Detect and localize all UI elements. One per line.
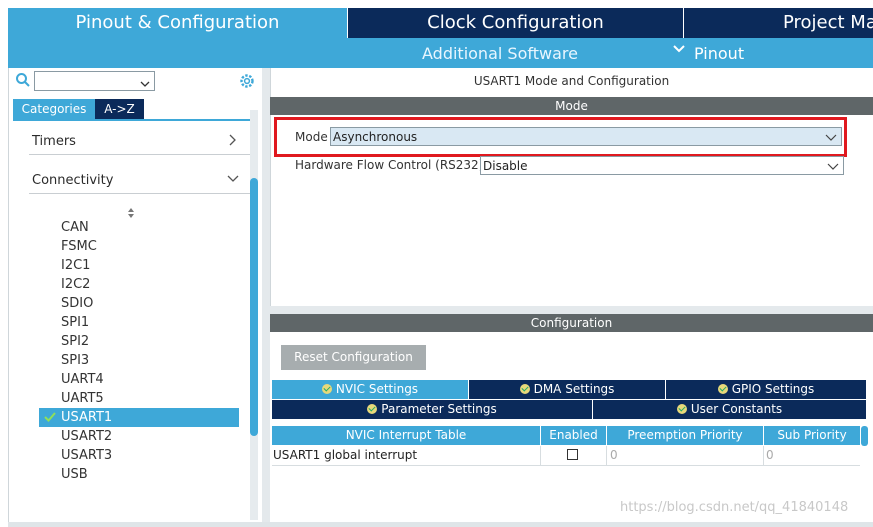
preemption-priority-cell[interactable]: 0 xyxy=(610,446,618,465)
check-icon xyxy=(717,384,728,394)
tab-clock-configuration[interactable]: Clock Configuration xyxy=(348,8,683,38)
table-header-sub-priority[interactable]: Sub Priority xyxy=(764,426,860,445)
row-divider xyxy=(272,465,860,466)
peripheral-item[interactable]: UART5 xyxy=(53,389,239,408)
tab-categories[interactable]: Categories xyxy=(13,99,95,119)
peripheral-item[interactable]: I2C2 xyxy=(53,275,239,294)
tab-label: DMA Settings xyxy=(533,382,615,396)
left-scrollbar-thumb[interactable] xyxy=(250,178,258,436)
mode-section-bar: Mode xyxy=(270,97,873,115)
peripheral-item[interactable]: USB xyxy=(53,465,239,484)
chevron-down-icon xyxy=(672,42,686,60)
peripheral-item[interactable]: USART2 xyxy=(53,427,239,446)
sub-menu-bar: Additional Software Pinout xyxy=(270,38,873,68)
peripheral-item-selected[interactable]: USART1 xyxy=(39,408,239,427)
hw-flow-control-value: Disable xyxy=(483,159,528,173)
peripheral-item[interactable]: SPI1 xyxy=(53,313,239,332)
tabs-underline xyxy=(13,119,257,121)
gear-icon[interactable] xyxy=(238,72,256,94)
hw-flow-control-select[interactable]: Disable xyxy=(480,156,844,175)
left-subbar xyxy=(8,38,270,68)
tab-label: GPIO Settings xyxy=(731,382,815,396)
category-label: Connectivity xyxy=(32,173,114,188)
panel-divider[interactable] xyxy=(262,68,270,527)
hw-flow-control-label: Hardware Flow Control (RS232) xyxy=(295,158,484,172)
tab-project-manager[interactable]: Project Ma xyxy=(684,8,873,38)
chevron-down-icon[interactable] xyxy=(139,75,151,94)
peripheral-item[interactable]: FSMC xyxy=(53,237,239,256)
tab-nvic-settings[interactable]: NVIC Settings xyxy=(272,380,468,399)
tab-label: User Constants xyxy=(690,402,783,416)
left-panel: Categories A->Z Timers Connectivity CAN … xyxy=(8,68,263,527)
configuration-section-bar: Configuration xyxy=(270,314,873,332)
tab-label: NVIC Settings xyxy=(335,382,419,396)
check-icon xyxy=(676,404,687,414)
tab-pinout-configuration[interactable]: Pinout & Configuration xyxy=(8,8,347,38)
tab-user-constants[interactable]: User Constants xyxy=(593,400,866,419)
check-icon xyxy=(321,384,332,394)
tab-gpio-settings[interactable]: GPIO Settings xyxy=(666,380,866,399)
search-value xyxy=(35,76,38,90)
pinout-menu[interactable]: Pinout xyxy=(694,44,744,63)
watermark: https://blog.csdn.net/qq_41840148 xyxy=(620,500,849,515)
peripheral-item[interactable]: UART4 xyxy=(53,370,239,389)
peripheral-item[interactable]: SDIO xyxy=(53,294,239,313)
bottom-edge xyxy=(8,522,873,527)
highlight-box xyxy=(274,117,847,157)
top-bar-background xyxy=(0,0,873,8)
table-header-nvic-interrupt[interactable]: NVIC Interrupt Table xyxy=(272,426,540,445)
table-header-enabled[interactable]: Enabled xyxy=(541,426,606,445)
peripheral-item[interactable]: SPI2 xyxy=(53,332,239,351)
chevron-right-icon xyxy=(228,133,238,151)
cell-separator xyxy=(763,446,764,465)
tab-a-to-z[interactable]: A->Z xyxy=(95,99,144,119)
category-connectivity[interactable]: Connectivity xyxy=(29,167,250,194)
enabled-checkbox[interactable] xyxy=(567,449,578,460)
chevron-down-icon xyxy=(827,157,839,178)
panel-title: USART1 Mode and Configuration xyxy=(473,74,670,88)
horizontal-splitter[interactable] xyxy=(270,306,873,314)
reset-configuration-button[interactable]: Reset Configuration xyxy=(281,345,426,370)
tab-dma-settings[interactable]: DMA Settings xyxy=(469,380,665,399)
peripheral-label: USART1 xyxy=(61,410,113,425)
interrupt-name-cell: USART1 global interrupt xyxy=(273,448,418,462)
cell-separator xyxy=(540,446,541,465)
additional-software-menu[interactable]: Additional Software xyxy=(422,44,578,63)
category-timers[interactable]: Timers xyxy=(29,128,250,155)
category-label: Timers xyxy=(32,134,76,149)
peripheral-item[interactable]: SPI3 xyxy=(53,351,239,370)
search-icon[interactable] xyxy=(15,72,31,92)
table-header-preemption-priority[interactable]: Preemption Priority xyxy=(607,426,763,445)
peripheral-item[interactable]: USART3 xyxy=(53,446,239,465)
search-input[interactable] xyxy=(34,71,155,91)
check-icon xyxy=(519,384,530,394)
check-icon xyxy=(367,404,378,414)
cell-separator xyxy=(606,446,607,465)
peripheral-item[interactable]: I2C1 xyxy=(53,256,239,275)
sub-priority-cell[interactable]: 0 xyxy=(766,446,774,465)
table-scrollbar[interactable] xyxy=(861,426,868,446)
tab-parameter-settings[interactable]: Parameter Settings xyxy=(272,400,592,419)
peripheral-item[interactable]: CAN xyxy=(53,218,239,237)
tab-label: Parameter Settings xyxy=(381,402,497,416)
chevron-down-icon xyxy=(226,173,240,188)
